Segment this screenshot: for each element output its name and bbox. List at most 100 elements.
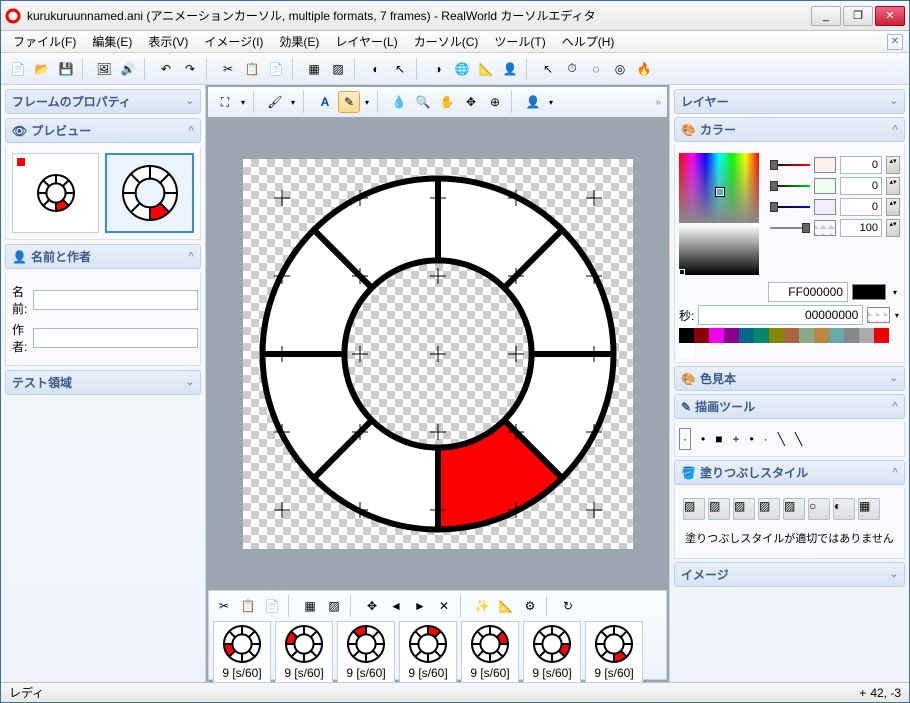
palette-swatch[interactable] [754, 328, 769, 343]
ruler-icon[interactable]: 📐 [475, 58, 497, 80]
palette-swatch[interactable] [859, 328, 874, 343]
name-field[interactable] [33, 290, 198, 310]
b-spin[interactable]: ▴▾ [886, 198, 900, 216]
open-icon[interactable]: 📂 [31, 58, 53, 80]
frame-6[interactable]: 9 [s/60] [585, 621, 643, 683]
fs-paste-icon[interactable]: 📄 [261, 595, 283, 617]
frame-props-header[interactable]: フレームのプロパティ ⌄ [5, 89, 201, 114]
primary-color[interactable] [852, 284, 886, 300]
menu-edit[interactable]: 編集(E) [86, 31, 138, 52]
swatches-header[interactable]: 🎨 色見本 ⌄ [674, 366, 905, 391]
palette-swatch[interactable] [769, 328, 784, 343]
brush-6[interactable]: · [764, 432, 768, 446]
arrow-icon[interactable]: ↖ [537, 58, 559, 80]
minimize-button[interactable]: _ [811, 6, 841, 26]
fs-dup2-icon[interactable]: ▨ [323, 595, 345, 617]
loading-icon[interactable]: ◌ [585, 58, 607, 80]
lightness-picker[interactable] [679, 225, 759, 275]
g-slider[interactable] [770, 178, 810, 194]
move-icon[interactable]: ✥ [460, 91, 482, 113]
menu-image[interactable]: イメージ(I) [198, 31, 269, 52]
frame-0[interactable]: 9 [s/60] [213, 621, 271, 683]
palette-swatch[interactable] [814, 328, 829, 343]
palette-swatch[interactable] [844, 328, 859, 343]
fire-icon[interactable]: 🔥 [633, 58, 655, 80]
fill-1[interactable]: ▨ [683, 498, 705, 520]
frame-1[interactable]: 9 [s/60] [275, 621, 333, 683]
name-author-header[interactable]: 👤 名前と作者 ^ [5, 244, 201, 269]
preview-large[interactable] [105, 153, 194, 233]
hex-input[interactable] [768, 282, 848, 302]
a-spin[interactable]: ▴▾ [886, 219, 900, 237]
palette-swatch[interactable] [829, 328, 844, 343]
g-value[interactable] [840, 177, 882, 195]
fs-loop-icon[interactable]: ↻ [557, 595, 579, 617]
user-icon[interactable]: 👤 [499, 58, 521, 80]
target-icon[interactable]: ◎ [609, 58, 631, 80]
r-spin[interactable]: ▴▾ [886, 156, 900, 174]
fs-prev-icon[interactable]: ◄ [385, 595, 407, 617]
fill-5[interactable]: ▨ [783, 498, 805, 520]
redo-icon[interactable]: ↷ [179, 58, 201, 80]
user2-icon[interactable]: 👤 [522, 91, 544, 113]
brush-1[interactable]: · [679, 428, 691, 450]
brush-5[interactable]: • [749, 432, 753, 446]
fill-7[interactable]: ◐ [833, 498, 855, 520]
layers-icon[interactable]: ▦ [303, 58, 325, 80]
fill-6[interactable]: ○ [808, 498, 830, 520]
a-slider[interactable] [770, 220, 810, 236]
eraser-icon[interactable]: ◐ [365, 58, 387, 80]
preview-small[interactable] [12, 153, 99, 233]
test-area-header[interactable]: テスト領域 ⌄ [5, 370, 201, 395]
palette-swatch[interactable] [784, 328, 799, 343]
brush-3[interactable]: ■ [715, 432, 722, 446]
menu-file[interactable]: ファイル(F) [7, 31, 82, 52]
palette-swatch[interactable] [679, 328, 694, 343]
pointer-icon[interactable]: ↖ [389, 58, 411, 80]
copy-icon[interactable]: 📋 [241, 58, 263, 80]
r-slider[interactable] [770, 157, 810, 173]
menu-view[interactable]: 表示(V) [142, 31, 194, 52]
image-header[interactable]: イメージ ⌄ [674, 562, 905, 587]
hotspot-icon[interactable]: ⊕ [484, 91, 506, 113]
fs-ruler-icon[interactable]: 📐 [495, 595, 517, 617]
b-value[interactable] [840, 198, 882, 216]
palette-swatch[interactable] [874, 328, 889, 343]
palette-swatch[interactable] [799, 328, 814, 343]
b-slider[interactable] [770, 199, 810, 215]
fill-8[interactable]: ▦ [858, 498, 880, 520]
menu-effect[interactable]: 効果(E) [273, 31, 325, 52]
fill-3[interactable]: ▨ [733, 498, 755, 520]
maximize-button[interactable]: ❐ [843, 6, 873, 26]
document-close-button[interactable]: ✕ [887, 34, 903, 50]
pencil-tool-icon[interactable]: ✎ [338, 91, 360, 113]
paste-icon[interactable]: 📄 [265, 58, 287, 80]
overflow-icon[interactable]: » [655, 97, 661, 108]
palette-swatch[interactable] [724, 328, 739, 343]
tool-icon[interactable]: 🖼 [93, 58, 115, 80]
menu-help[interactable]: ヘルプ(H) [556, 31, 621, 52]
menu-cursor[interactable]: カーソル(C) [408, 31, 485, 52]
fill-4[interactable]: ▨ [758, 498, 780, 520]
secondary-color[interactable] [867, 307, 889, 323]
editor-canvas[interactable] [243, 159, 633, 549]
drawtool-header[interactable]: ✎ 描画ツール ^ [674, 394, 905, 419]
brush-8[interactable]: ╲ [795, 432, 802, 446]
new-icon[interactable]: 📄 [7, 58, 29, 80]
close-button[interactable]: ✕ [875, 6, 905, 26]
palette-swatch[interactable] [739, 328, 754, 343]
menu-tool[interactable]: ツール(T) [488, 31, 551, 52]
frame-4[interactable]: 9 [s/60] [461, 621, 519, 683]
palette-swatch[interactable] [709, 328, 724, 343]
brush-tool-icon[interactable]: 🖌 [264, 91, 286, 113]
cut-icon[interactable]: ✂ [217, 58, 239, 80]
frame-3[interactable]: 9 [s/60] [399, 621, 457, 683]
fill-2[interactable]: ▨ [708, 498, 730, 520]
merge-icon[interactable]: ▨ [327, 58, 349, 80]
hand-icon[interactable]: ✋ [436, 91, 458, 113]
seconds-input[interactable] [698, 305, 863, 325]
hue-sat-picker[interactable] [679, 153, 759, 223]
dropper-icon[interactable]: 💧 [388, 91, 410, 113]
frame-5[interactable]: 9 [s/60] [523, 621, 581, 683]
r-value[interactable] [840, 156, 882, 174]
